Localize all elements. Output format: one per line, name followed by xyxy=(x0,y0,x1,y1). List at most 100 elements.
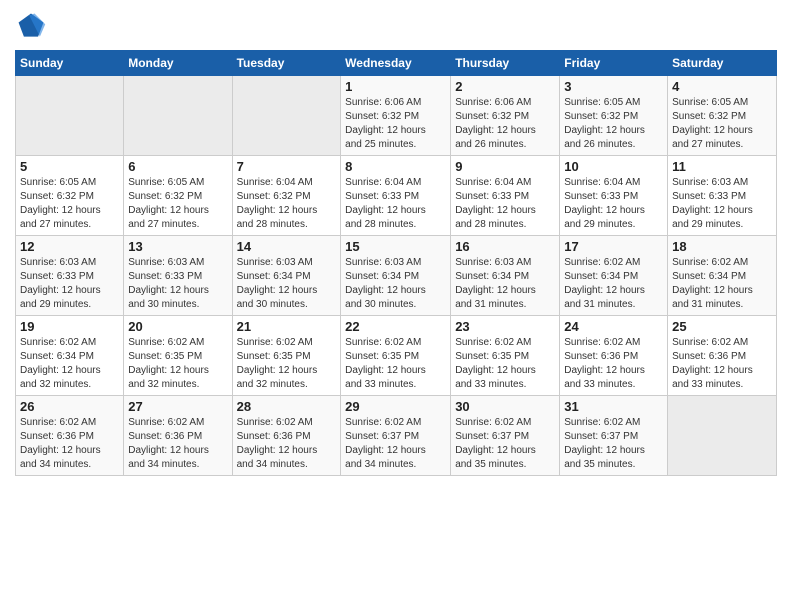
logo-icon xyxy=(15,10,47,42)
day-info: Sunrise: 6:02 AM Sunset: 6:36 PM Dayligh… xyxy=(237,416,337,472)
day-info: Sunrise: 6:02 AM Sunset: 6:34 PM Dayligh… xyxy=(20,336,119,392)
day-number: 8 xyxy=(345,159,446,174)
day-info: Sunrise: 6:02 AM Sunset: 6:34 PM Dayligh… xyxy=(564,256,663,312)
day-number: 3 xyxy=(564,79,663,94)
weekday-header: Wednesday xyxy=(341,51,451,76)
day-number: 28 xyxy=(237,399,337,414)
weekday-header: Friday xyxy=(560,51,668,76)
day-number: 21 xyxy=(237,319,337,334)
day-info: Sunrise: 6:04 AM Sunset: 6:33 PM Dayligh… xyxy=(345,176,446,232)
day-info: Sunrise: 6:06 AM Sunset: 6:32 PM Dayligh… xyxy=(345,96,446,152)
calendar-cell: 11Sunrise: 6:03 AM Sunset: 6:33 PM Dayli… xyxy=(668,156,777,236)
calendar-cell: 15 Sunrise: 6:03 AM Sunset: 6:34 PM Dayli… xyxy=(341,236,451,316)
weekday-header: Monday xyxy=(124,51,232,76)
calendar-cell: 20 Sunrise: 6:02 AM Sunset: 6:35 PM Dayli… xyxy=(124,316,232,396)
day-info: Sunrise: 6:02 AM Sunset: 6:35 PM Dayligh… xyxy=(455,336,555,392)
calendar-cell: 10Sunrise: 6:04 AM Sunset: 6:33 PM Dayli… xyxy=(560,156,668,236)
calendar-cell: 17Sunrise: 6:02 AM Sunset: 6:34 PM Dayli… xyxy=(560,236,668,316)
day-info: Sunrise: 6:05 AM Sunset: 6:32 PM Dayligh… xyxy=(672,96,772,152)
calendar-cell: 8 Sunrise: 6:04 AM Sunset: 6:33 PM Daylig… xyxy=(341,156,451,236)
weekday-header: Sunday xyxy=(16,51,124,76)
calendar-cell: 28 Sunrise: 6:02 AM Sunset: 6:36 PM Dayli… xyxy=(232,396,341,476)
calendar-cell: 18 Sunrise: 6:02 AM Sunset: 6:34 PM Dayli… xyxy=(668,236,777,316)
day-info: Sunrise: 6:04 AM Sunset: 6:33 PM Dayligh… xyxy=(455,176,555,232)
day-info: Sunrise: 6:02 AM Sunset: 6:35 PM Dayligh… xyxy=(237,336,337,392)
day-number: 31 xyxy=(564,399,663,414)
calendar-cell: 4 Sunrise: 6:05 AM Sunset: 6:32 PM Daylig… xyxy=(668,76,777,156)
calendar-week-row: 26Sunrise: 6:02 AM Sunset: 6:36 PM Dayli… xyxy=(16,396,777,476)
day-number: 16 xyxy=(455,239,555,254)
calendar-cell: 9 Sunrise: 6:04 AM Sunset: 6:33 PM Daylig… xyxy=(451,156,560,236)
calendar-cell: 19Sunrise: 6:02 AM Sunset: 6:34 PM Dayli… xyxy=(16,316,124,396)
day-info: Sunrise: 6:02 AM Sunset: 6:35 PM Dayligh… xyxy=(345,336,446,392)
calendar-cell: 24Sunrise: 6:02 AM Sunset: 6:36 PM Dayli… xyxy=(560,316,668,396)
day-info: Sunrise: 6:02 AM Sunset: 6:34 PM Dayligh… xyxy=(672,256,772,312)
calendar-cell xyxy=(16,76,124,156)
calendar-cell: 30Sunrise: 6:02 AM Sunset: 6:37 PM Dayli… xyxy=(451,396,560,476)
calendar-cell: 23 Sunrise: 6:02 AM Sunset: 6:35 PM Dayli… xyxy=(451,316,560,396)
day-info: Sunrise: 6:05 AM Sunset: 6:32 PM Dayligh… xyxy=(128,176,227,232)
calendar-cell: 16Sunrise: 6:03 AM Sunset: 6:34 PM Dayli… xyxy=(451,236,560,316)
day-info: Sunrise: 6:03 AM Sunset: 6:33 PM Dayligh… xyxy=(20,256,119,312)
calendar-cell xyxy=(232,76,341,156)
day-info: Sunrise: 6:03 AM Sunset: 6:33 PM Dayligh… xyxy=(672,176,772,232)
day-number: 13 xyxy=(128,239,227,254)
day-number: 22 xyxy=(345,319,446,334)
weekday-header: Tuesday xyxy=(232,51,341,76)
day-number: 2 xyxy=(455,79,555,94)
header xyxy=(15,10,777,42)
day-info: Sunrise: 6:02 AM Sunset: 6:37 PM Dayligh… xyxy=(345,416,446,472)
calendar-container: SundayMondayTuesdayWednesdayThursdayFrid… xyxy=(0,0,792,486)
day-number: 27 xyxy=(128,399,227,414)
calendar-cell: 27 Sunrise: 6:02 AM Sunset: 6:36 PM Dayli… xyxy=(124,396,232,476)
calendar-cell: 14 Sunrise: 6:03 AM Sunset: 6:34 PM Dayli… xyxy=(232,236,341,316)
day-info: Sunrise: 6:03 AM Sunset: 6:33 PM Dayligh… xyxy=(128,256,227,312)
day-number: 14 xyxy=(237,239,337,254)
calendar-cell: 3 Sunrise: 6:05 AM Sunset: 6:32 PM Daylig… xyxy=(560,76,668,156)
calendar-cell xyxy=(124,76,232,156)
calendar-cell xyxy=(668,396,777,476)
day-number: 9 xyxy=(455,159,555,174)
day-number: 5 xyxy=(20,159,119,174)
day-number: 12 xyxy=(20,239,119,254)
logo xyxy=(15,10,51,42)
day-number: 4 xyxy=(672,79,772,94)
day-number: 20 xyxy=(128,319,227,334)
day-info: Sunrise: 6:02 AM Sunset: 6:37 PM Dayligh… xyxy=(564,416,663,472)
calendar-cell: 7 Sunrise: 6:04 AM Sunset: 6:32 PM Daylig… xyxy=(232,156,341,236)
day-info: Sunrise: 6:03 AM Sunset: 6:34 PM Dayligh… xyxy=(237,256,337,312)
day-info: Sunrise: 6:03 AM Sunset: 6:34 PM Dayligh… xyxy=(345,256,446,312)
day-info: Sunrise: 6:05 AM Sunset: 6:32 PM Dayligh… xyxy=(564,96,663,152)
day-number: 6 xyxy=(128,159,227,174)
day-number: 15 xyxy=(345,239,446,254)
day-info: Sunrise: 6:05 AM Sunset: 6:32 PM Dayligh… xyxy=(20,176,119,232)
day-info: Sunrise: 6:02 AM Sunset: 6:36 PM Dayligh… xyxy=(564,336,663,392)
calendar-cell: 5 Sunrise: 6:05 AM Sunset: 6:32 PM Daylig… xyxy=(16,156,124,236)
day-info: Sunrise: 6:02 AM Sunset: 6:35 PM Dayligh… xyxy=(128,336,227,392)
calendar-cell: 6 Sunrise: 6:05 AM Sunset: 6:32 PM Daylig… xyxy=(124,156,232,236)
day-info: Sunrise: 6:04 AM Sunset: 6:32 PM Dayligh… xyxy=(237,176,337,232)
day-info: Sunrise: 6:02 AM Sunset: 6:36 PM Dayligh… xyxy=(672,336,772,392)
day-number: 23 xyxy=(455,319,555,334)
calendar-cell: 25Sunrise: 6:02 AM Sunset: 6:36 PM Dayli… xyxy=(668,316,777,396)
day-info: Sunrise: 6:02 AM Sunset: 6:37 PM Dayligh… xyxy=(455,416,555,472)
weekday-header: Saturday xyxy=(668,51,777,76)
calendar-table: SundayMondayTuesdayWednesdayThursdayFrid… xyxy=(15,50,777,476)
day-number: 18 xyxy=(672,239,772,254)
calendar-cell: 21 Sunrise: 6:02 AM Sunset: 6:35 PM Dayli… xyxy=(232,316,341,396)
calendar-cell: 26Sunrise: 6:02 AM Sunset: 6:36 PM Dayli… xyxy=(16,396,124,476)
day-info: Sunrise: 6:06 AM Sunset: 6:32 PM Dayligh… xyxy=(455,96,555,152)
day-number: 10 xyxy=(564,159,663,174)
calendar-week-row: 19Sunrise: 6:02 AM Sunset: 6:34 PM Dayli… xyxy=(16,316,777,396)
day-number: 29 xyxy=(345,399,446,414)
day-number: 7 xyxy=(237,159,337,174)
calendar-week-row: 5 Sunrise: 6:05 AM Sunset: 6:32 PM Daylig… xyxy=(16,156,777,236)
calendar-body: 1 Sunrise: 6:06 AM Sunset: 6:32 PM Daylig… xyxy=(16,76,777,476)
day-info: Sunrise: 6:02 AM Sunset: 6:36 PM Dayligh… xyxy=(128,416,227,472)
calendar-cell: 31 Sunrise: 6:02 AM Sunset: 6:37 PM Dayli… xyxy=(560,396,668,476)
calendar-cell: 29 Sunrise: 6:02 AM Sunset: 6:37 PM Dayli… xyxy=(341,396,451,476)
calendar-cell: 1 Sunrise: 6:06 AM Sunset: 6:32 PM Daylig… xyxy=(341,76,451,156)
weekday-header: Thursday xyxy=(451,51,560,76)
day-number: 1 xyxy=(345,79,446,94)
calendar-cell: 22 Sunrise: 6:02 AM Sunset: 6:35 PM Dayli… xyxy=(341,316,451,396)
